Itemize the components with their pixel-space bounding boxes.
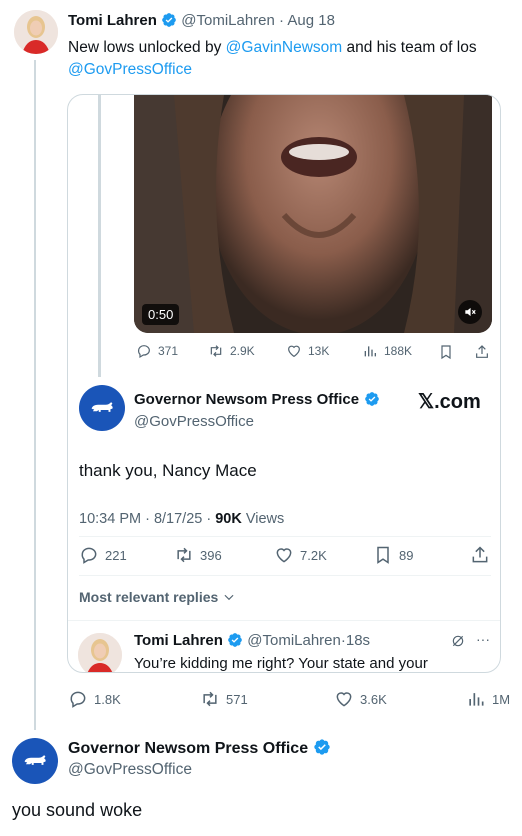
quoted-bookmark-count: 89 (399, 547, 414, 563)
chevron-down-icon (224, 594, 234, 601)
reply-tweet-text: you sound woke (12, 800, 143, 820)
share-icon[interactable] (474, 344, 490, 365)
quoted-timestamp[interactable]: 10:34 PM · 8/17/25 · (79, 511, 215, 527)
grok-icon[interactable] (450, 633, 466, 654)
video-player[interactable]: 0:50 (134, 95, 492, 333)
quoted-reply-count: 221 (105, 547, 127, 563)
author-handle[interactable]: @TomiLahren (181, 12, 275, 29)
context-views-button[interactable]: 188K (362, 343, 412, 359)
avatar[interactable] (12, 738, 58, 784)
video-frame (134, 95, 492, 333)
retweet-icon (203, 691, 217, 707)
context-actions: 371 2.9K 13K 188K (136, 343, 492, 363)
replies-filter-label: Most relevant replies (79, 589, 219, 605)
reply-icon (81, 547, 97, 564)
views-icon (364, 346, 376, 357)
video-duration: 0:50 (142, 304, 180, 325)
platform-label: 𝕏.com (418, 391, 481, 413)
verified-badge-icon (161, 12, 177, 28)
quoted-views-label: Views (241, 511, 285, 527)
like-count: 3.6K (360, 691, 387, 707)
context-like-button[interactable]: 13K (286, 343, 329, 359)
bear-logo-icon (91, 402, 113, 412)
reply-tweet-author-handle[interactable]: @GovPressOffice (68, 761, 192, 779)
views-button[interactable]: 1M (466, 689, 510, 709)
reply-text: You’re kidding me right? Your state and … (134, 655, 428, 672)
reply-tweet-author-name[interactable]: Governor Newsom Press Office (68, 740, 308, 757)
reply-icon (138, 345, 150, 359)
thread-line (34, 60, 36, 730)
quoted-retweet-button[interactable]: 396 (174, 545, 222, 565)
views-count: 1M (492, 691, 511, 707)
bear-logo-icon (24, 755, 46, 765)
quoted-reply-button[interactable]: 221 (79, 545, 127, 565)
context-reply-count: 371 (158, 344, 179, 358)
quoted-views-count: 90K (215, 511, 242, 527)
quoted-actions-top-border (79, 536, 491, 537)
more-options-icon[interactable]: ··· (476, 631, 490, 647)
quoted-actions-bottom-border (79, 575, 491, 576)
quoted-like-count: 7.2K (300, 547, 327, 563)
quoted-tweet-text: thank you, Nancy Mace (79, 461, 257, 480)
retweet-button[interactable]: 571 (200, 689, 248, 709)
avatar[interactable] (14, 10, 58, 54)
tweet-text: New lows unlocked by @GavinNewsom and hi… (68, 37, 520, 81)
replies-filter-dropdown[interactable]: Most relevant replies (79, 589, 236, 605)
quoted-like-button[interactable]: 7.2K (274, 545, 327, 565)
separator-dot: · (279, 12, 285, 29)
retweet-count: 571 (226, 691, 248, 707)
retweet-icon (210, 345, 222, 357)
bookmark-icon[interactable] (438, 344, 454, 365)
reply-icon (70, 691, 86, 708)
heart-icon (288, 345, 300, 358)
avatar[interactable] (78, 633, 122, 672)
quoted-bookmark-button[interactable]: 89 (373, 545, 413, 565)
reply-count: 1.8K (94, 691, 121, 707)
mention-gavinnewsom[interactable]: @GavinNewsom (226, 39, 343, 56)
heart-icon (276, 548, 292, 563)
reply-author-name[interactable]: Tomi Lahren (134, 632, 223, 649)
tweet-text-part: New lows unlocked by (68, 39, 226, 56)
bookmark-icon (377, 546, 389, 564)
reply-divider (68, 620, 500, 621)
quoted-author-handle[interactable]: @GovPressOffice (134, 413, 254, 430)
reply-time[interactable]: 18s (346, 632, 370, 649)
avatar[interactable] (79, 385, 125, 431)
quoted-tweet-card[interactable]: 0:50 371 2.9K 13K 188K Governor Newsom P… (67, 94, 501, 673)
share-icon[interactable] (470, 545, 490, 570)
quoted-retweet-count: 396 (200, 547, 222, 563)
reply-button[interactable]: 1.8K (68, 689, 121, 709)
verified-badge-icon (313, 738, 331, 756)
reply-author-handle[interactable]: @TomiLahren (247, 632, 341, 649)
tweet-date[interactable]: Aug 18 (287, 12, 335, 29)
like-button[interactable]: 3.6K (334, 689, 387, 709)
author-name[interactable]: Tomi Lahren (68, 12, 157, 29)
context-retweet-count: 2.9K (230, 344, 255, 358)
verified-badge-icon (364, 391, 380, 407)
retweet-icon (177, 547, 191, 563)
views-icon (469, 693, 484, 706)
quoted-author-name[interactable]: Governor Newsom Press Office (134, 391, 359, 408)
heart-icon (336, 692, 352, 707)
mute-icon[interactable] (458, 300, 482, 324)
context-reply-button[interactable]: 371 (136, 343, 178, 359)
context-retweet-button[interactable]: 2.9K (208, 343, 255, 359)
context-views-count: 188K (384, 344, 413, 358)
mention-govpressoffice[interactable]: @GovPressOffice (68, 61, 192, 78)
verified-badge-icon (227, 632, 243, 648)
tweet-text-part: and his team of los (342, 39, 477, 56)
context-like-count: 13K (308, 344, 330, 358)
inner-thread-line (98, 95, 101, 377)
